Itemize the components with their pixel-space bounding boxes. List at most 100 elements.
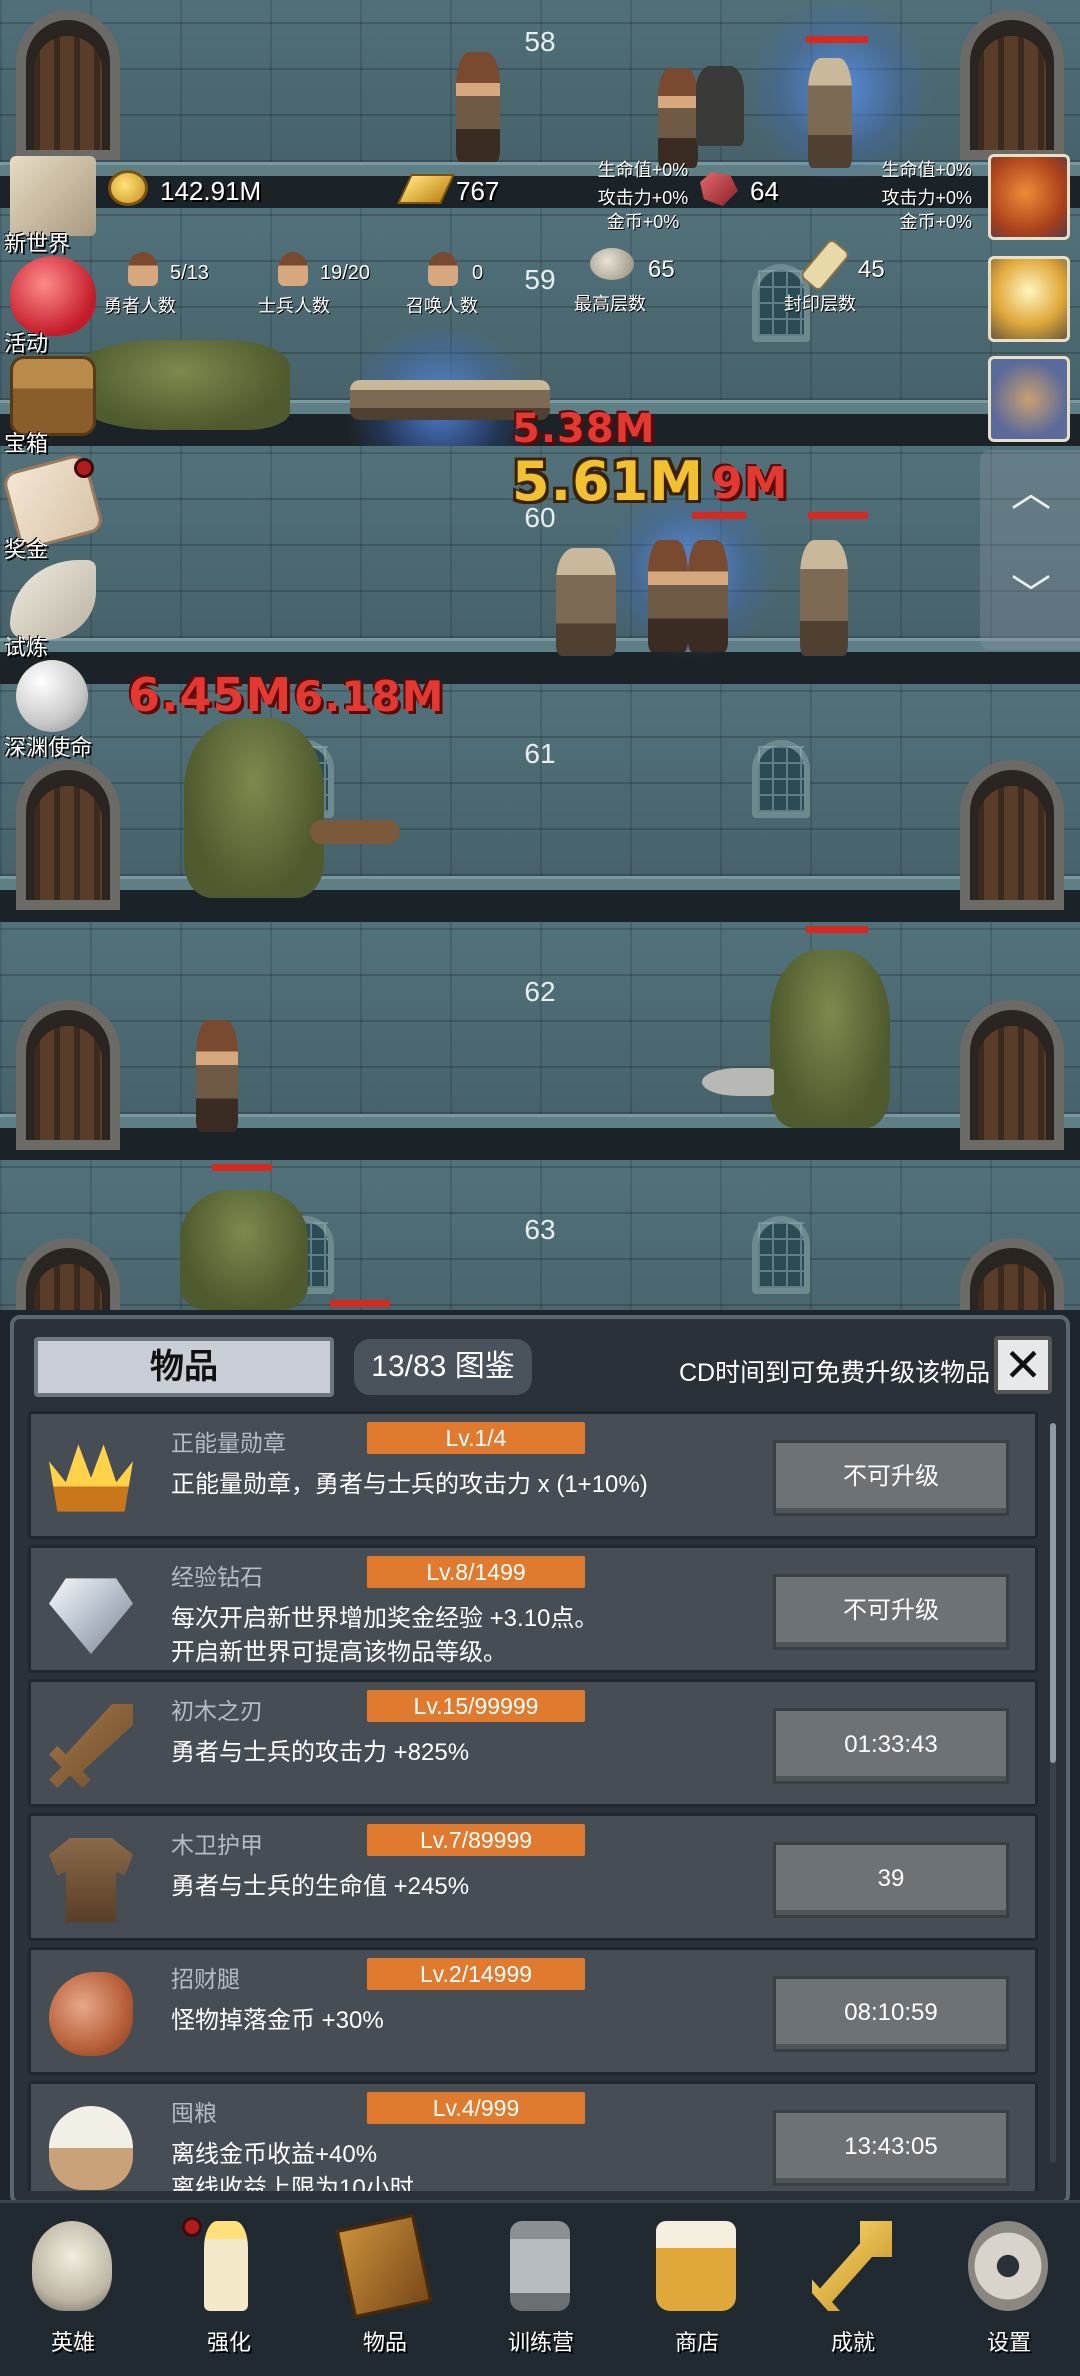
floor-number: 63 (524, 1214, 556, 1245)
item-description: 正能量勋章，勇者与士兵的攻击力 x (1+10%) (171, 1471, 648, 1498)
hero-sprite (648, 540, 688, 652)
summon-avatar-icon (428, 252, 458, 286)
hero-sprite (658, 68, 698, 168)
orc-enemy-sprite (180, 1190, 308, 1310)
item-name: 正能量勋章 (171, 1430, 286, 1456)
candle-event-button[interactable] (988, 256, 1070, 342)
floor-number: 61 (524, 738, 556, 769)
nav-settings[interactable]: 设置 (944, 2221, 1064, 2371)
pumpkin-event-button[interactable] (988, 154, 1070, 240)
nav-items[interactable]: 物品 (320, 2213, 440, 2371)
nav-label: 英雄 (50, 2330, 95, 2355)
item-name: 经验钻石 (171, 1564, 263, 1590)
damage-number: 9M (712, 458, 789, 509)
floor-scroll-panel: ︿ ﹀ (980, 450, 1080, 650)
beer-mug-icon (656, 2221, 736, 2311)
damage-number-critical: 5.61M (512, 450, 704, 513)
item-name: 招财腿 (171, 1966, 240, 1992)
wooden-sword-icon (49, 1704, 133, 1788)
item-upgrade-button[interactable]: 不可升级 (773, 1440, 1009, 1516)
max-floor-value: 65 (648, 256, 675, 283)
item-dex-button[interactable]: 13/83 图鉴 (354, 1339, 532, 1395)
enemy-hp-bar (692, 512, 746, 519)
item-upgrade-button[interactable]: 08:10:59 (773, 1976, 1009, 2052)
item-description: 怪物掉落金币 +30% (171, 2007, 384, 2034)
item-row: 初木之刃 Lv.15/99999 勇者与士兵的攻击力 +825% 01:33:4… (28, 1679, 1038, 1807)
skeleton-enemy-sprite (808, 58, 852, 168)
item-row: 招财腿 Lv.2/14999 怪物掉落金币 +30% 08:10:59 (28, 1947, 1038, 2075)
scroll-up-button[interactable]: ︿ (1010, 472, 1052, 514)
summons-label: 召唤人数 (406, 296, 478, 316)
nav-label: 成就 (830, 2330, 875, 2355)
soldiers-count: 19/20 (320, 262, 371, 284)
map-icon (10, 156, 96, 236)
panel-title: 物品 (34, 1337, 334, 1397)
floor-62 (0, 922, 1080, 1160)
item-upgrade-button[interactable]: 39 (773, 1842, 1009, 1918)
side-button-new-world[interactable]: 新世界 (4, 152, 100, 256)
side-button-chest[interactable]: 宝箱 (4, 352, 100, 456)
hero-avatar-icon (128, 252, 158, 286)
items-panel: 物品 13/83 图鉴 CD时间到可免费升级该物品 ✕ 正能量勋章 Lv.1/4… (10, 1315, 1070, 2205)
notification-dot (182, 2217, 202, 2237)
side-button-abyss-mission[interactable]: 深渊使命 (4, 656, 100, 760)
rice-bowl-icon (49, 2106, 133, 2190)
side-button-label: 宝箱 (4, 431, 49, 456)
item-description: 每次开启新世界增加奖金经验 +3.10点。 开启新世界可提高该物品等级。 (171, 1605, 599, 1666)
key-icon (812, 2221, 892, 2311)
skeleton-archer-sprite (556, 548, 616, 656)
close-button[interactable]: ✕ (994, 1336, 1052, 1394)
backpack-event-button[interactable] (988, 356, 1070, 442)
nav-training-camp[interactable]: 训练营 (476, 2221, 596, 2371)
enemy-hp-bar (806, 36, 868, 43)
item-upgrade-button[interactable]: 不可升级 (773, 1574, 1009, 1650)
item-level-badge: Lv.8/1499 (367, 1556, 585, 1588)
crown-icon (49, 1444, 133, 1512)
side-button-label: 深渊使命 (4, 735, 93, 760)
heroes-count: 5/13 (170, 262, 209, 284)
damage-number: 5.38M (512, 406, 656, 452)
nav-enhance[interactable]: 强化 (164, 2217, 284, 2371)
side-button-trial[interactable]: 试炼 (4, 556, 100, 660)
nav-shop[interactable]: 商店 (632, 2221, 752, 2371)
nav-label: 设置 (986, 2330, 1031, 2355)
nav-label: 物品 (362, 2330, 407, 2355)
item-description: 勇者与士兵的生命值 +245% (171, 1873, 470, 1900)
item-row: 木卫护甲 Lv.7/89999 勇者与士兵的生命值 +245% 39 (28, 1813, 1038, 1941)
door (16, 1000, 120, 1150)
witch-hero-sprite (456, 52, 500, 162)
soldier-avatar-icon (278, 252, 308, 286)
orc-club-sprite (310, 820, 400, 844)
item-row: 正能量勋章 Lv.1/4 正能量勋章，勇者与士兵的攻击力 x (1+10%) 不… (28, 1411, 1038, 1539)
lantern-icon (510, 2221, 570, 2311)
nav-heroes[interactable]: 英雄 (8, 2221, 128, 2371)
notification-dot (74, 458, 94, 478)
soldiers-label: 士兵人数 (258, 296, 330, 316)
enemy-hp-bar (806, 926, 868, 933)
item-list-scrollbar[interactable] (1050, 1423, 1056, 2163)
gems-value: 64 (750, 176, 779, 206)
orc-enemy-sprite (770, 950, 890, 1128)
summons-count: 0 (472, 262, 484, 284)
scrollbar-thumb[interactable] (1050, 1423, 1056, 1763)
item-upgrade-button[interactable]: 01:33:43 (773, 1708, 1009, 1784)
item-upgrade-button[interactable]: 13:43:05 (773, 2110, 1009, 2186)
max-floor-label: 最高层数 (574, 294, 646, 314)
candle-icon (204, 2221, 248, 2311)
nav-label: 强化 (206, 2330, 251, 2355)
item-row: 囤粮 Lv.4/999 离线金币收益+40% 离线收益上限为10小时 13:43:… (28, 2081, 1038, 2191)
bottom-nav: 英雄 强化 物品 训练营 商店 成就 设置 (0, 2200, 1080, 2376)
enemy-hp-bar (330, 1300, 390, 1307)
item-list[interactable]: 正能量勋章 Lv.1/4 正能量勋章，勇者与士兵的攻击力 x (1+10%) 不… (28, 1411, 1048, 2191)
wooden-armor-icon (49, 1838, 133, 1922)
skeleton-enemy-sprite (800, 540, 848, 656)
pearl-icon (16, 660, 88, 732)
nav-achievements[interactable]: 成就 (788, 2221, 908, 2371)
side-button-bonus[interactable]: 奖金 (1, 452, 105, 562)
side-button-events[interactable]: 活动 (4, 252, 100, 356)
damage-number: 6.45M (128, 668, 293, 722)
scroll-down-button[interactable]: ﹀ (1010, 574, 1052, 616)
coin-icon (108, 170, 148, 206)
gear-icon (968, 2221, 1048, 2311)
enemy-hp-bar (808, 512, 868, 519)
